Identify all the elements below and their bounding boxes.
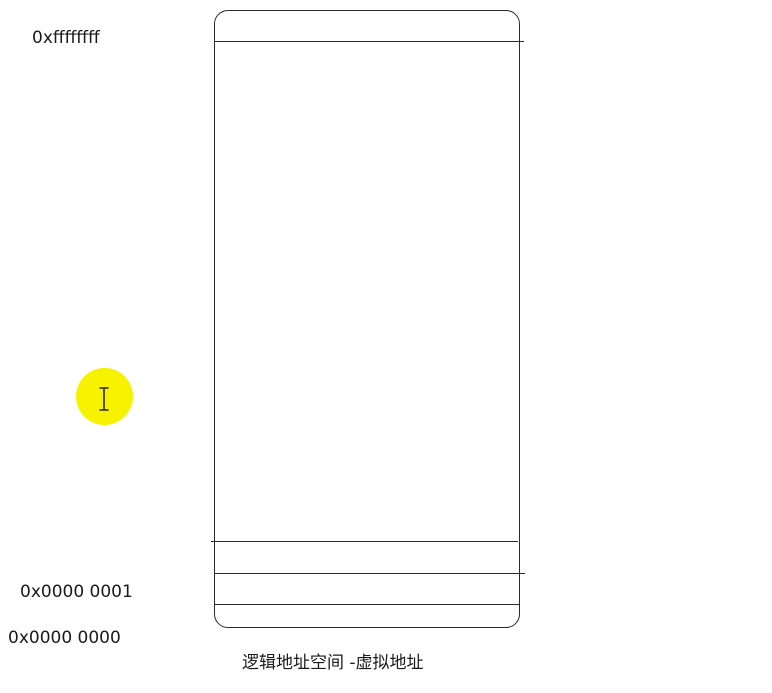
address-space-block: [214, 10, 520, 628]
address-label-one: 0x0000 0001: [20, 582, 133, 602]
address-space-divider-bottom: [214, 604, 520, 605]
text-cursor-icon: [99, 387, 109, 411]
address-space-divider-lower: [214, 573, 525, 574]
address-space-divider-middle: [211, 541, 518, 542]
address-label-max: 0xffffffff: [32, 28, 100, 48]
address-label-zero: 0x0000 0000: [8, 628, 121, 648]
diagram-caption: 逻辑地址空间 -虚拟地址: [242, 653, 424, 673]
address-space-divider-top: [214, 41, 524, 42]
